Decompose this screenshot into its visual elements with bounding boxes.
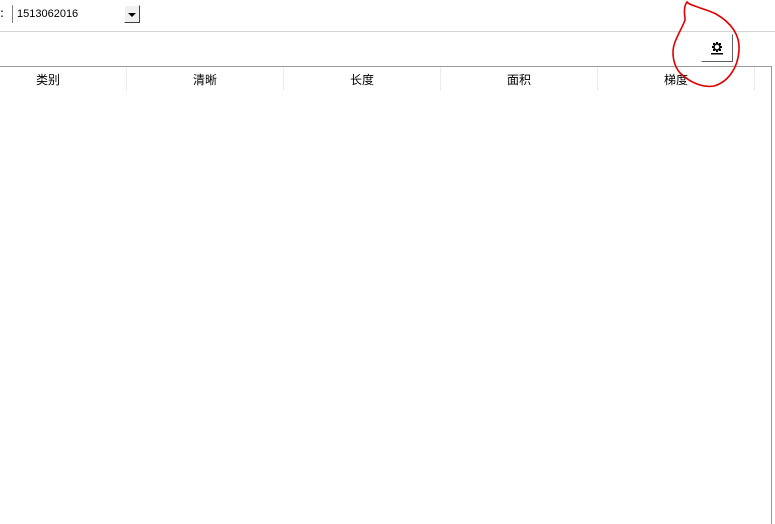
data-grid[interactable]: 类别 清晰 长度 面积 梯度 bbox=[0, 66, 772, 524]
grid-header-row: 类别 清晰 长度 面积 梯度 bbox=[0, 67, 771, 91]
top-toolbar: : 1513062016 bbox=[0, 0, 775, 31]
column-header-clarity[interactable]: 清晰 bbox=[127, 67, 284, 91]
id-combobox[interactable]: 1513062016 bbox=[12, 5, 140, 23]
field-label-colon: : bbox=[0, 6, 5, 20]
settings-button[interactable] bbox=[701, 34, 733, 62]
combo-value: 1513062016 bbox=[17, 8, 79, 20]
column-header-area[interactable]: 面积 bbox=[441, 67, 598, 91]
column-header-gradient[interactable]: 梯度 bbox=[598, 67, 755, 91]
combo-dropdown-button[interactable] bbox=[124, 5, 140, 23]
column-header-length[interactable]: 长度 bbox=[284, 67, 441, 91]
app-window: : 1513062016 类别 清晰 长度 面积 梯度 bbox=[0, 0, 775, 524]
toolbar-divider bbox=[0, 31, 775, 32]
gear-icon bbox=[710, 41, 724, 55]
chevron-down-icon bbox=[128, 13, 136, 17]
header-filler bbox=[755, 67, 771, 91]
column-header-category[interactable]: 类别 bbox=[0, 67, 127, 91]
